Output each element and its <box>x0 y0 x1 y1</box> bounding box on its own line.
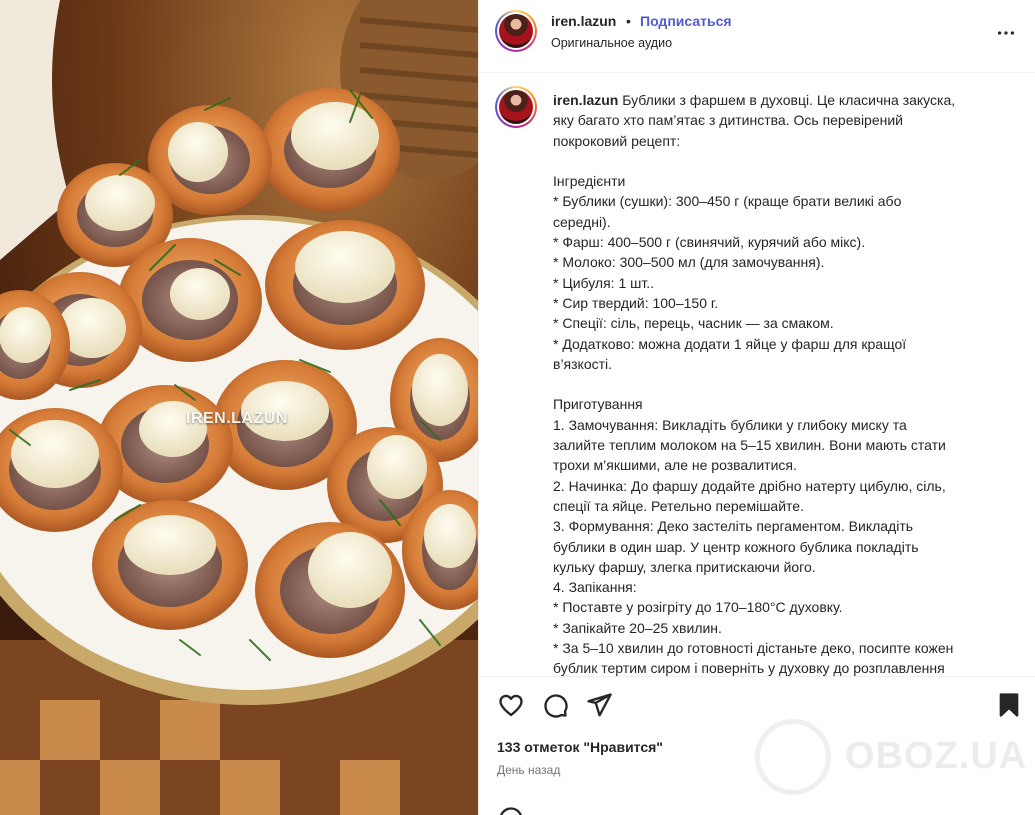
caption-line-text: 3. Формування: Деко застеліть пергаменто… <box>553 518 914 535</box>
caption-line-text: * Запікайте 20–25 хвилин. <box>553 619 722 636</box>
caption-line: 3. Формування: Деко застеліть пергаменто… <box>553 516 1011 536</box>
caption-text: iren.lazun Бублики з фаршем в духовці. Ц… <box>553 90 1011 676</box>
caption-line-text: спеції та яйце. Ретельно перемішайте. <box>553 497 804 514</box>
caption-line: * Молоко: 300–500 мл (для замочування). <box>553 252 1011 272</box>
caption-line-text: * Молоко: 300–500 мл (для замочування). <box>553 254 825 271</box>
more-horizontal-icon[interactable] <box>995 22 1017 44</box>
post-media[interactable]: IREN.LAZUN <box>0 0 478 815</box>
caption-line-text: бублики в один шар. У центр кожного бубл… <box>553 538 919 555</box>
caption-line: 4. Запікання: <box>553 577 1011 597</box>
caption-line: спеції та яйце. Ретельно перемішайте. <box>553 496 1011 516</box>
caption-line-text: * Фарш: 400–500 г (свинячий, курячий або… <box>553 234 866 251</box>
follow-button[interactable]: Подписаться <box>640 13 732 29</box>
caption-line-text: * Додатково: можна додати 1 яйце у фарш … <box>553 335 907 352</box>
caption-line-text: яку багато хто пам’ятає з дитинства. Ось… <box>553 112 903 129</box>
caption-line-text: кульку фаршу, злегка притискаючи його. <box>553 558 816 575</box>
bookmark-icon[interactable] <box>995 691 1023 719</box>
caption-area[interactable]: iren.lazun Бублики з фаршем в духовці. Ц… <box>479 74 1035 676</box>
caption-line <box>553 151 1011 171</box>
caption-line: * Спеції: сіль, перець, часник — за смак… <box>553 313 1011 333</box>
caption-line: яку багато хто пам’ятає з дитинства. Ось… <box>553 110 1011 130</box>
separator-dot: • <box>626 13 631 29</box>
caption-line: * Додатково: можна додати 1 яйце у фарш … <box>553 334 1011 354</box>
caption-line-text: 2. Начинка: До фаршу додайте дрібно нате… <box>553 477 946 494</box>
caption-line-text: Інгредієнти <box>553 173 626 190</box>
caption-line: бублик тертим сиром і поверніть у духовк… <box>553 658 1011 676</box>
caption-line: Приготування <box>553 394 1011 414</box>
avatar-image <box>499 90 533 124</box>
caption-line <box>553 374 1011 394</box>
caption-username[interactable]: iren.lazun <box>553 92 618 108</box>
caption-line-text: бублик тертим сиром і поверніть у духовк… <box>553 660 945 676</box>
caption-line: Інгредієнти <box>553 171 1011 191</box>
caption-line-text: * Цибуля: 1 шт.. <box>553 274 654 291</box>
oboz-globe-icon <box>755 719 831 795</box>
oboz-logo-text: OBOZ.UA <box>845 735 1028 777</box>
caption-line: * Бублики (сушки): 300–450 г (краще брат… <box>553 191 1011 211</box>
caption-line: * Сир твердий: 100–150 г. <box>553 293 1011 313</box>
caption-line-text: 1. Замочування: Викладіть бублики у глиб… <box>553 416 907 433</box>
food-photo <box>0 0 478 815</box>
caption-line-text: трохи м’якшими, але не розвалитися. <box>553 457 797 474</box>
caption-line-text: Бублики з фаршем в духовці. Це класична … <box>622 92 956 108</box>
caption-line: кульку фаршу, злегка притискаючи його. <box>553 557 1011 577</box>
caption-line: iren.lazun Бублики з фаршем в духовці. Ц… <box>553 90 1011 110</box>
caption-line: * Поставте у розігріту до 170–180°C духо… <box>553 597 1011 617</box>
caption-line-text: * Поставте у розігріту до 170–180°C духо… <box>553 599 843 616</box>
header-username[interactable]: iren.lazun <box>551 13 616 29</box>
caption-line-text: * Сир твердий: 100–150 г. <box>553 294 719 311</box>
caption-line: середні). <box>553 212 1011 232</box>
caption-line: залийте теплим молоком на 5–15 хвилин. В… <box>553 435 1011 455</box>
oboz-watermark: OBOZ.UA <box>741 717 1031 797</box>
caption-line: * Цибуля: 1 шт.. <box>553 273 1011 293</box>
caption-line: в’язкості. <box>553 354 1011 374</box>
caption-line-text: середні). <box>553 213 611 230</box>
avatar[interactable] <box>495 10 537 52</box>
caption-line-text: * Бублики (сушки): 300–450 г (краще брат… <box>553 193 902 210</box>
post-header: iren.lazun • Подписаться Оригинальное ау… <box>479 0 1035 73</box>
caption-line-text: Приготування <box>553 396 643 413</box>
caption-avatar[interactable] <box>495 86 537 128</box>
media-watermark: IREN.LAZUN <box>186 410 288 427</box>
caption-line-text: покроковий рецепт: <box>553 132 681 149</box>
audio-label[interactable]: Оригинальное аудио <box>551 36 672 50</box>
caption-line: бублики в один шар. У центр кожного бубл… <box>553 537 1011 557</box>
post-time[interactable]: День назад <box>497 763 560 777</box>
emoji-icon[interactable] <box>497 805 525 815</box>
caption-line-text: в’язкості. <box>553 355 613 372</box>
avatar-image <box>499 14 533 48</box>
likes-count[interactable]: 133 отметок "Нравится" <box>497 739 663 755</box>
caption-line-text: 4. Запікання: <box>553 579 637 596</box>
comment-icon[interactable] <box>541 691 569 719</box>
caption-line: покроковий рецепт: <box>553 131 1011 151</box>
post-panel: iren.lazun • Подписаться Оригинальное ау… <box>478 0 1035 815</box>
caption-line: 1. Замочування: Викладіть бублики у глиб… <box>553 415 1011 435</box>
caption-line-text: залийте теплим молоком на 5–15 хвилин. В… <box>553 437 946 454</box>
caption-line-text: * За 5–10 хвилин до готовності дістаньте… <box>553 640 954 657</box>
actions-bar: OBOZ.UA 133 отметок "Нравится" День наза… <box>479 676 1035 815</box>
caption-line: * Запікайте 20–25 хвилин. <box>553 618 1011 638</box>
send-icon[interactable] <box>585 691 613 719</box>
caption-line-text: * Спеції: сіль, перець, часник — за смак… <box>553 315 834 332</box>
caption-line: * За 5–10 хвилин до готовності дістаньте… <box>553 638 1011 658</box>
caption-line: * Фарш: 400–500 г (свинячий, курячий або… <box>553 232 1011 252</box>
heart-icon[interactable] <box>497 691 525 719</box>
caption-line: 2. Начинка: До фаршу додайте дрібно нате… <box>553 476 1011 496</box>
caption-line: трохи м’якшими, але не розвалитися. <box>553 455 1011 475</box>
